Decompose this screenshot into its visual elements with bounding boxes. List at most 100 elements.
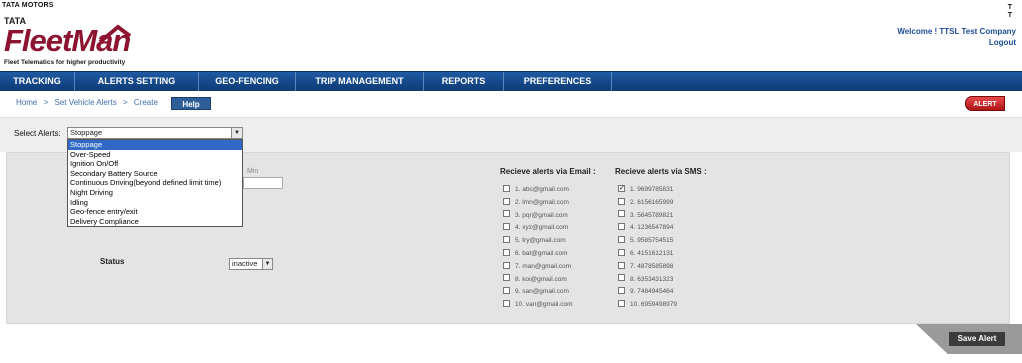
- status-select[interactable]: inactive ▼: [229, 258, 273, 270]
- breadcrumb-separator: >: [43, 98, 49, 107]
- select-alerts-value: Stoppage: [70, 128, 103, 137]
- email-alert-checkbox[interactable]: [503, 197, 510, 205]
- email-alert-item: 6. bat@gmail.com: [503, 248, 567, 259]
- sms-alert-label: 3. 5645789821: [630, 211, 674, 219]
- sms-alert-item: 9. 7484945464: [618, 286, 673, 297]
- sms-alert-checkbox[interactable]: [618, 287, 625, 295]
- select-alerts-dropdown[interactable]: Stoppage ▼: [67, 127, 243, 139]
- logo-roof-icon: [98, 24, 132, 44]
- sms-alert-label: 6. 4151612131: [630, 250, 674, 257]
- email-alert-item: 1. abc@gmail.com: [503, 184, 569, 195]
- chevron-down-icon[interactable]: ▼: [262, 259, 272, 269]
- sms-alert-label: 4. 1236547894: [630, 224, 674, 232]
- main-nav: TRACKING ALERTS SETTING GEO-FENCING TRIP…: [0, 71, 1022, 91]
- email-alert-item: 2. lmn@gmail.com: [503, 197, 569, 208]
- save-alert-button[interactable]: Save Alert: [949, 332, 1005, 346]
- email-alert-label: 6. bat@gmail.com: [515, 250, 568, 257]
- logo-tagline: Fleet Telematics for higher productivity: [4, 59, 126, 66]
- email-alert-item: 7. man@gmail.com: [503, 261, 571, 272]
- alert-button[interactable]: ALERT: [965, 96, 1005, 111]
- nav-tracking[interactable]: TRACKING: [0, 72, 75, 91]
- select-alerts-option[interactable]: Idling: [68, 198, 242, 208]
- sms-alert-checkbox[interactable]: [618, 210, 625, 218]
- nav-alerts-setting[interactable]: ALERTS SETTING: [75, 72, 199, 91]
- sms-alert-checkbox[interactable]: [618, 261, 625, 269]
- select-alerts-options: Stoppage Over-Speed Ignition On/Off Seconda…: [67, 139, 243, 227]
- sms-alert-item: 10. 6959498979: [618, 299, 677, 310]
- sms-alert-checkbox[interactable]: ✓: [618, 184, 625, 192]
- email-alert-checkbox[interactable]: [503, 248, 510, 256]
- sms-alert-item: 7. 4878585898: [618, 261, 673, 272]
- sms-alert-item: ✓ 1. 9699785831: [618, 184, 673, 195]
- select-alerts-option[interactable]: Secondary Battery Source: [68, 169, 242, 179]
- email-alert-item: 10. van@gmail.com: [503, 299, 573, 310]
- select-alerts-option[interactable]: Over-Speed: [68, 150, 242, 160]
- select-alerts-option[interactable]: Delivery Compliance: [68, 217, 242, 227]
- email-alert-checkbox[interactable]: [503, 299, 510, 307]
- logout-link[interactable]: Logout: [897, 37, 1016, 48]
- welcome-area: Welcome ! TTSL Test Company Logout: [897, 26, 1016, 48]
- select-alerts-option[interactable]: Ignition On/Off: [68, 159, 242, 169]
- tata-motors-brand: TATA MOTORS: [2, 2, 54, 9]
- chevron-down-icon[interactable]: ▼: [231, 128, 242, 138]
- fleetman-logo[interactable]: TATA FleetMan Fleet Telematics for highe…: [4, 16, 134, 68]
- email-alert-checkbox[interactable]: [503, 184, 510, 192]
- nav-trip-management[interactable]: TRIP MANAGEMENT: [296, 72, 424, 91]
- email-alert-label: 3. pqr@gmail.com: [515, 211, 568, 219]
- email-alert-checkbox[interactable]: [503, 274, 510, 282]
- sms-alert-checkbox[interactable]: [618, 274, 625, 282]
- sms-alert-checkbox[interactable]: [618, 248, 625, 256]
- breadcrumb: Home > Set Vehicle Alerts > Create: [16, 98, 162, 107]
- email-alert-checkbox[interactable]: [503, 235, 510, 243]
- email-alert-checkbox[interactable]: [503, 223, 510, 231]
- corner-logo-mark: TT: [1007, 4, 1012, 19]
- nav-reports[interactable]: REPORTS: [424, 72, 504, 91]
- sms-alert-label: 7. 4878585898: [630, 262, 674, 270]
- sms-alert-checkbox[interactable]: [618, 299, 625, 307]
- select-alerts-option[interactable]: Stoppage: [68, 140, 242, 150]
- breadcrumb-create: Create: [133, 98, 158, 107]
- email-alert-label: 8. koi@gmail.com: [515, 275, 567, 283]
- email-alert-label: 9. san@gmail.com: [515, 288, 569, 296]
- select-alerts-option[interactable]: Continuous Driving(beyond defined limit …: [68, 178, 242, 188]
- welcome-text: Welcome ! TTSL Test Company: [897, 27, 1016, 36]
- sms-alert-checkbox[interactable]: [618, 235, 625, 243]
- breadcrumb-home[interactable]: Home: [16, 98, 37, 107]
- email-alert-item: 9. san@gmail.com: [503, 286, 569, 297]
- email-alert-item: 4. xyz@gmail.com: [503, 222, 568, 233]
- email-alert-label: 1. abc@gmail.com: [515, 186, 569, 193]
- sms-alert-item: 5. 9585754515: [618, 235, 673, 246]
- email-alert-label: 4. xyz@gmail.com: [515, 224, 569, 232]
- email-alert-label: 10. van@gmail.com: [515, 301, 573, 309]
- nav-preferences[interactable]: PREFERENCES: [504, 72, 612, 91]
- status-value: inactive: [232, 259, 258, 268]
- sms-alert-label: 2. 6156165999: [630, 198, 674, 206]
- email-alerts-heading: Recieve alerts via Email :: [500, 167, 596, 176]
- email-alert-checkbox[interactable]: [503, 210, 510, 218]
- sms-alert-checkbox[interactable]: [618, 223, 625, 231]
- sms-alert-label: 8. 6353431323: [630, 275, 674, 283]
- sms-alert-item: 4. 1236547894: [618, 222, 673, 233]
- email-alert-checkbox[interactable]: [503, 261, 510, 269]
- breadcrumb-separator: >: [122, 98, 128, 107]
- sms-alert-label: 10. 6959498979: [630, 301, 677, 309]
- email-alert-item: 3. pqr@gmail.com: [503, 210, 568, 221]
- help-button[interactable]: Help: [171, 97, 211, 110]
- min-input[interactable]: [243, 177, 283, 189]
- email-alert-checkbox[interactable]: [503, 287, 510, 295]
- nav-geo-fencing[interactable]: GEO-FENCING: [199, 72, 296, 91]
- breadcrumb-set-vehicle-alerts[interactable]: Set Vehicle Alerts: [54, 98, 116, 107]
- email-alert-item: 5. try@gmail.com: [503, 235, 566, 246]
- select-alerts-label: Select Alerts:: [14, 129, 61, 138]
- sms-alert-checkbox[interactable]: [618, 197, 625, 205]
- sms-alert-item: 3. 5645789821: [618, 210, 673, 221]
- select-alerts-option[interactable]: Geo-fence entry/exit: [68, 207, 242, 217]
- sms-alert-item: 6. 4151612131: [618, 248, 673, 259]
- email-alert-label: 5. try@gmail.com: [515, 237, 566, 245]
- sms-alert-item: 2. 6156165999: [618, 197, 673, 208]
- sms-alert-item: 8. 6353431323: [618, 274, 673, 285]
- email-alert-item: 8. koi@gmail.com: [503, 274, 567, 285]
- sms-alert-label: 5. 9585754515: [630, 237, 674, 245]
- email-alert-label: 7. man@gmail.com: [515, 262, 572, 270]
- select-alerts-option[interactable]: Night Driving: [68, 188, 242, 198]
